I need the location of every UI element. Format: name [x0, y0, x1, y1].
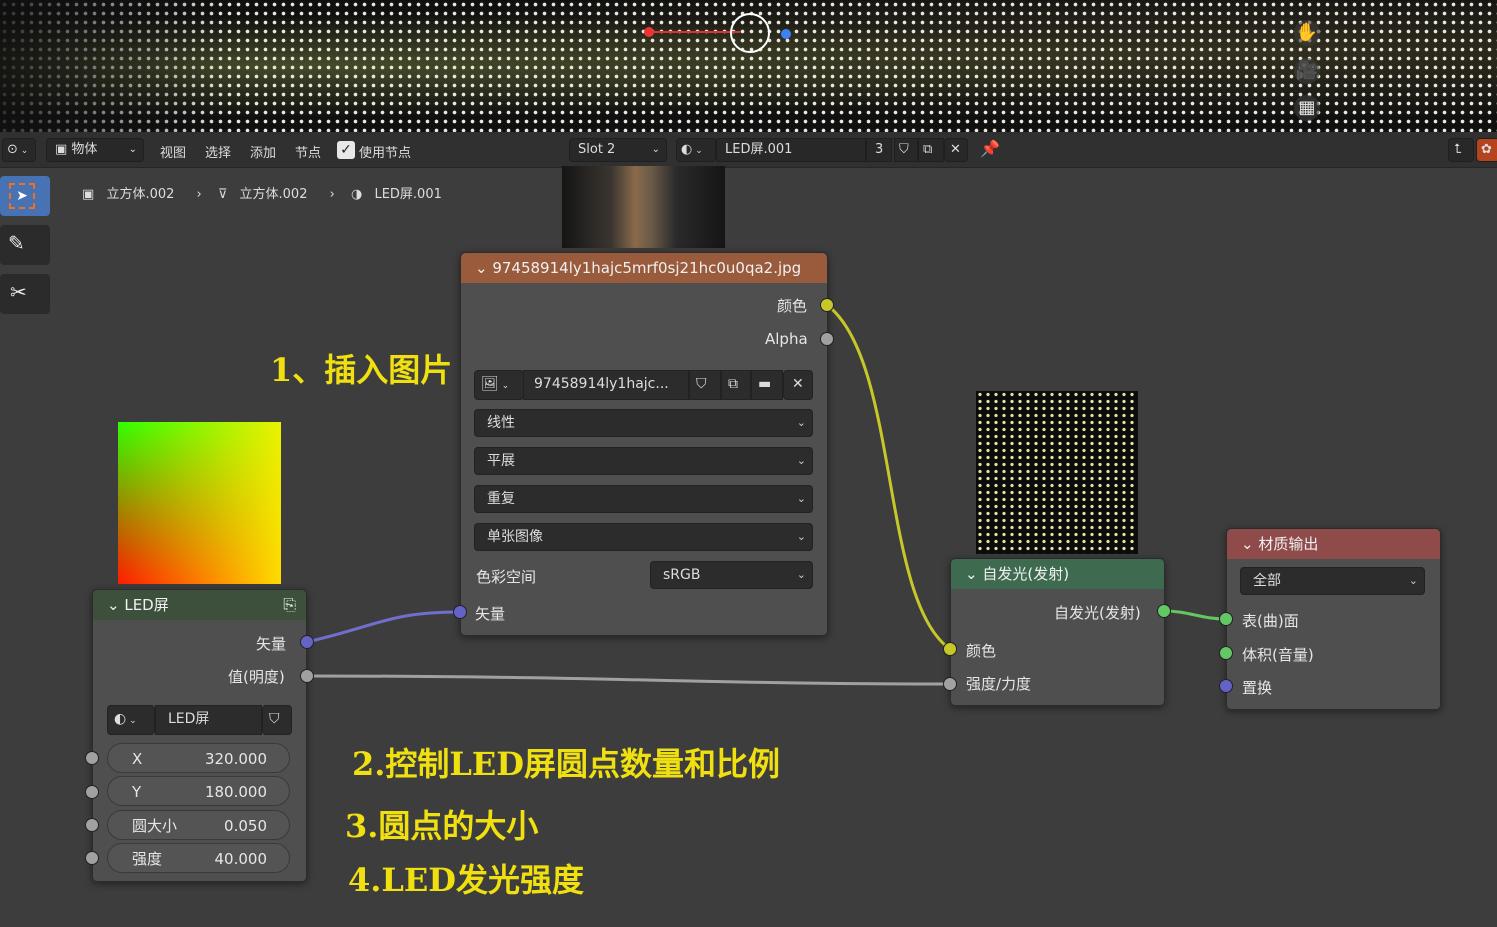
annotation-insert-image: 1、插入图片: [270, 351, 453, 389]
annotation-dot-count: 2.控制LED屏圆点数量和比例: [352, 745, 781, 783]
input-vector-label: 矢量: [475, 605, 506, 623]
collapse-chevron-icon[interactable]: ⌄: [475, 259, 492, 277]
group-browse-button[interactable]: ◐ ⌄: [107, 705, 155, 735]
node-title: LED屏: [124, 596, 169, 614]
output-vector-label: 矢量: [256, 635, 287, 653]
node-header[interactable]: ⌄ 自发光(发射): [951, 559, 1164, 589]
color-space-dropdown[interactable]: sRGB ⌄: [650, 561, 813, 589]
node-header[interactable]: ⌄ LED屏 ⎘: [93, 590, 306, 620]
input-volume-label: 体积(音量): [1242, 646, 1314, 664]
chevron-down-icon: ⌄: [796, 568, 806, 581]
input-x-field[interactable]: X 320.000: [107, 743, 290, 773]
input-strength-label: 强度/力度: [966, 675, 1032, 693]
input-strength-field[interactable]: 强度 40.000: [107, 843, 290, 873]
collapse-chevron-icon[interactable]: ⌄: [107, 596, 124, 614]
fake-user-shield-icon[interactable]: ⛉: [262, 705, 292, 735]
preview-gradient-overlay: [118, 422, 281, 584]
output-alpha-label: Alpha: [765, 330, 808, 348]
output-target-dropdown[interactable]: 全部 ⌄: [1240, 567, 1425, 595]
image-name-field[interactable]: 97458914ly1hajc...: [523, 370, 689, 400]
node-title: 自发光(发射): [982, 565, 1070, 583]
input-y-field[interactable]: Y 180.000: [107, 776, 290, 806]
node-group-icon[interactable]: ⎘: [283, 590, 296, 620]
field-value: 180.000: [204, 783, 267, 801]
node-title: 材质输出: [1258, 535, 1319, 553]
collapse-chevron-icon[interactable]: ⌄: [965, 565, 982, 583]
node-preview: [976, 391, 1138, 554]
source-dropdown[interactable]: 单张图像 ⌄: [474, 523, 813, 551]
node-header[interactable]: ⌄ 材质输出: [1227, 529, 1440, 559]
field-label: X: [132, 750, 143, 768]
node-tree-icon: ◐: [114, 711, 127, 727]
output-value-socket[interactable]: [300, 669, 314, 683]
color-space-label: 色彩空间: [476, 568, 537, 586]
group-name: LED屏: [168, 711, 210, 727]
input-dot-size-socket[interactable]: [85, 818, 99, 832]
image-name: 97458914ly1hajc...: [534, 376, 669, 392]
annotation-dot-size: 3.圆点的大小: [345, 807, 539, 845]
output-target-value: 全部: [1253, 573, 1281, 589]
input-vector-socket[interactable]: [453, 605, 467, 619]
input-strength-socket[interactable]: [85, 851, 99, 865]
chevron-down-icon: ⌄: [796, 492, 806, 505]
chevron-down-icon: ⌄: [1408, 574, 1418, 587]
chevron-down-icon: ⌄: [796, 454, 806, 467]
fake-user-shield-icon[interactable]: ⛉: [689, 370, 721, 400]
link-group-vector-to-image: [306, 610, 461, 644]
input-color-socket[interactable]: [943, 642, 957, 656]
field-value: 40.000: [214, 850, 268, 868]
field-label: 圆大小: [132, 817, 178, 835]
output-color-socket[interactable]: [820, 298, 834, 312]
link-emission-to-surface: [1163, 609, 1227, 621]
color-space-value: sRGB: [663, 567, 701, 583]
input-color-label: 颜色: [966, 642, 997, 660]
extension-dropdown[interactable]: 重复 ⌄: [474, 485, 813, 513]
output-alpha-socket[interactable]: [820, 332, 834, 346]
image-preview: [562, 166, 725, 248]
field-label: 强度: [132, 850, 163, 868]
output-vector-socket[interactable]: [300, 635, 314, 649]
field-value: 0.050: [224, 817, 267, 835]
interpolation-value: 线性: [487, 415, 515, 431]
input-strength-socket[interactable]: [943, 677, 957, 691]
chevron-down-icon: ⌄: [796, 416, 806, 429]
link-image-color-to-emission: [826, 303, 951, 651]
input-y-socket[interactable]: [85, 785, 99, 799]
image-icon: 🖼: [481, 376, 499, 392]
output-value-label: 值(明度): [228, 668, 285, 686]
collapse-chevron-icon[interactable]: ⌄: [1241, 535, 1258, 553]
node-header[interactable]: ⌄ 97458914ly1hajc5mrf0sj21hc0u0qa2.jpg: [461, 253, 827, 283]
projection-dropdown[interactable]: 平展 ⌄: [474, 447, 813, 475]
input-displacement-label: 置换: [1242, 679, 1273, 697]
source-value: 单张图像: [487, 529, 543, 545]
projection-value: 平展: [487, 453, 515, 469]
group-name-field[interactable]: LED屏: [155, 705, 262, 735]
output-emission-socket[interactable]: [1157, 604, 1171, 618]
unlink-close-icon[interactable]: ✕: [783, 370, 813, 400]
input-surface-label: 表(曲)面: [1242, 612, 1299, 630]
output-emission-label: 自发光(发射): [1054, 604, 1141, 622]
link-group-value-to-strength: [306, 674, 951, 686]
input-displacement-socket[interactable]: [1219, 679, 1233, 693]
extension-value: 重复: [487, 491, 515, 507]
input-surface-socket[interactable]: [1219, 612, 1233, 626]
input-x-socket[interactable]: [85, 751, 99, 765]
interpolation-dropdown[interactable]: 线性 ⌄: [474, 409, 813, 437]
duplicate-icon[interactable]: ⧉: [721, 370, 751, 400]
chevron-down-icon: ⌄: [796, 530, 806, 543]
output-color-label: 颜色: [777, 297, 808, 315]
image-browse-button[interactable]: 🖼 ⌄: [474, 370, 524, 400]
input-volume-socket[interactable]: [1219, 646, 1233, 660]
field-value: 320.000: [204, 750, 267, 768]
annotation-led-strength: 4.LED发光强度: [348, 861, 585, 899]
node-title: 97458914ly1hajc5mrf0sj21hc0u0qa2.jpg: [492, 259, 802, 277]
field-label: Y: [132, 783, 142, 801]
node-preview: [118, 422, 281, 584]
open-folder-icon[interactable]: ▬: [751, 370, 783, 400]
input-dot-size-field[interactable]: 圆大小 0.050: [107, 810, 290, 840]
